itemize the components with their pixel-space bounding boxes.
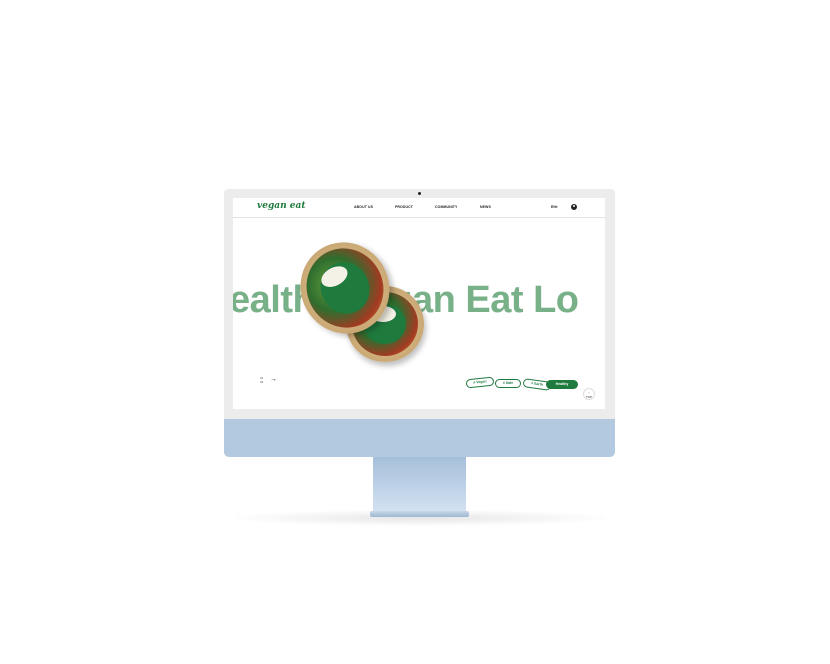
monitor-chin (224, 419, 615, 457)
tag-healthy[interactable]: Healthy (546, 380, 578, 389)
tag-safe[interactable]: # Safe (495, 379, 521, 388)
user-icon[interactable] (571, 204, 577, 210)
slide-pager: 01 04 (260, 376, 263, 384)
monitor-stand (373, 457, 466, 511)
language-selector[interactable]: EN▾ (551, 205, 558, 209)
website-screen: vegan eat ABOUT US PRODUCT COMMUNITY NEW… (233, 198, 605, 409)
nav-product[interactable]: PRODUCT (395, 205, 413, 209)
brand-logo[interactable]: vegan eat (257, 201, 305, 211)
monitor-stand-foot (370, 511, 469, 517)
tag-vegan[interactable]: # Vegan (465, 376, 495, 389)
top-button-label: TOP (585, 395, 593, 399)
pager-total: 04 (260, 380, 264, 384)
arrow-right-icon[interactable]: → (270, 376, 277, 383)
top-navigation: vegan eat ABOUT US PRODUCT COMMUNITY NEW… (233, 198, 605, 218)
scroll-to-top-button[interactable]: ↑ TOP (583, 388, 595, 400)
nav-news[interactable]: NEWS (480, 205, 491, 209)
chevron-down-icon: ▾ (555, 205, 558, 209)
nav-community[interactable]: COMMUNITY (435, 205, 457, 209)
camera-icon (418, 192, 421, 195)
nav-about-us[interactable]: ABOUT US (354, 205, 373, 209)
